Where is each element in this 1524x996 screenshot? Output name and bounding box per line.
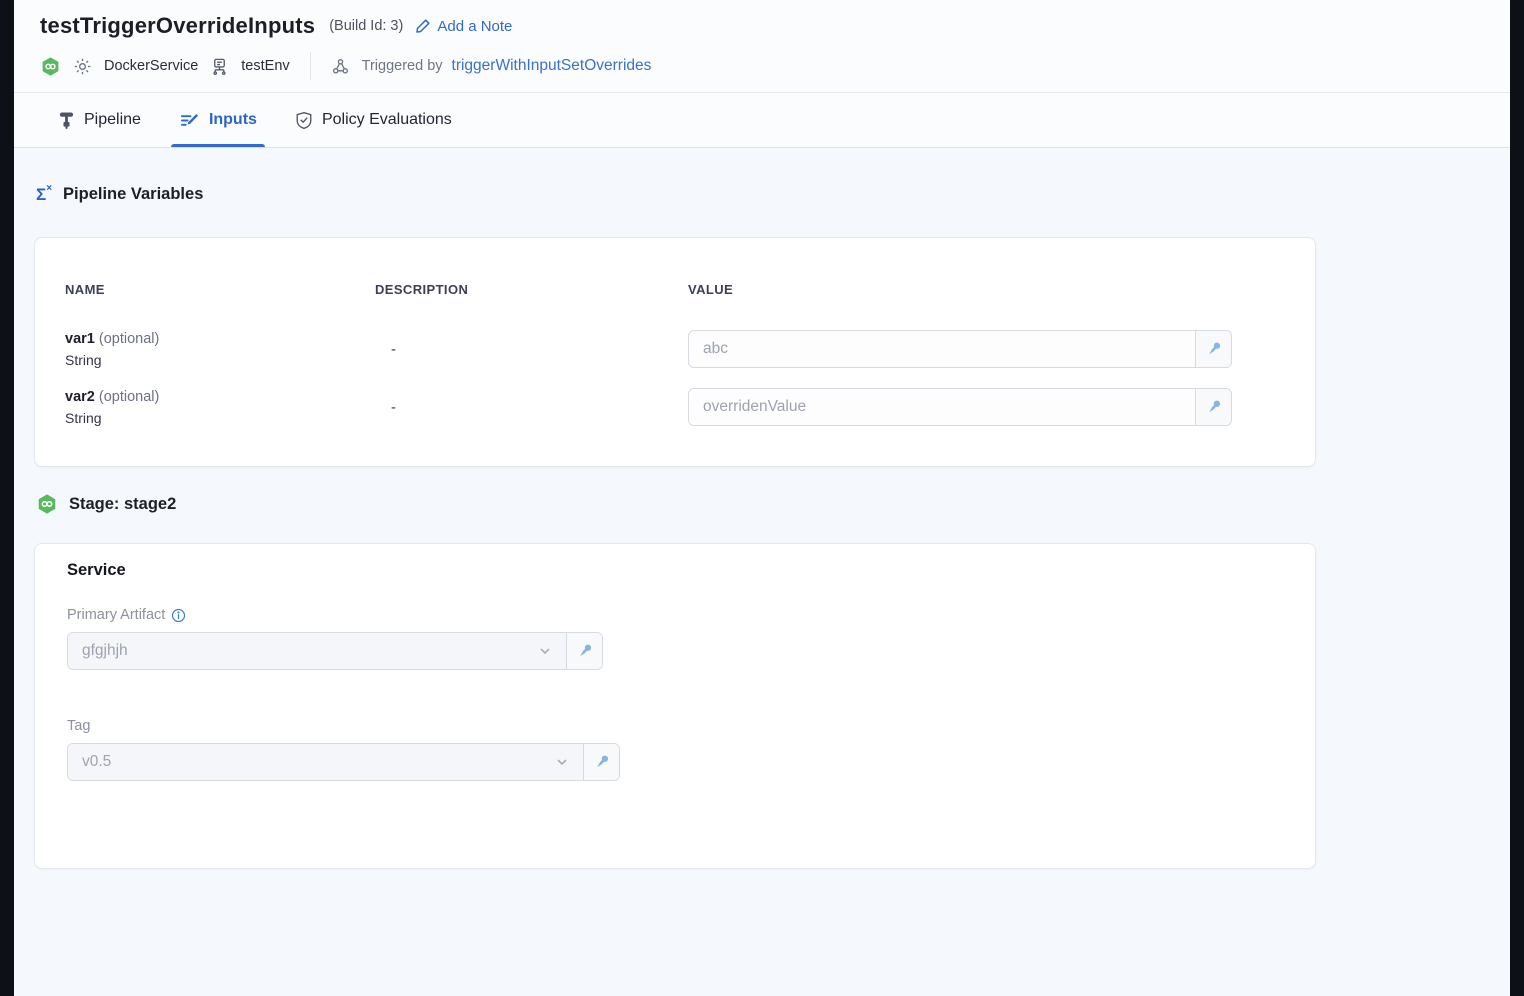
execution-tab-bar: Pipeline Inputs Policy Evaluations: [14, 93, 1510, 148]
shield-check-icon: [295, 111, 313, 130]
pin-input-button[interactable]: [583, 744, 619, 780]
variable-value-input[interactable]: overridenValue: [689, 389, 1195, 425]
pin-icon: [576, 642, 594, 660]
environment-name: testEnv: [241, 58, 289, 74]
build-id-label: (Build Id: 3): [329, 18, 403, 34]
chevron-down-icon: [538, 644, 552, 658]
inputs-tab-content: Σ× Pipeline Variables NAME DESCRIPTION V…: [14, 148, 1510, 996]
tab-inputs-label: Inputs: [209, 111, 257, 129]
primary-artifact-select: gfgjhjh: [67, 632, 603, 670]
variable-value-input[interactable]: abc: [689, 331, 1195, 367]
variable-row-var2: var2 (optional) String - overridenValue: [65, 388, 1285, 426]
variable-type: String: [65, 410, 375, 426]
service-heading: Service: [67, 561, 1285, 580]
tag-select: v0.5: [67, 743, 620, 781]
tag-value: v0.5: [82, 753, 111, 771]
tag-field-row: v0.5: [67, 743, 1285, 781]
variable-name-cell: var1 (optional) String: [65, 331, 375, 368]
tag-label-text: Tag: [67, 718, 90, 734]
cd-stage-icon: [40, 56, 61, 77]
primary-artifact-dropdown[interactable]: gfgjhjh: [68, 633, 566, 669]
variable-type: String: [65, 352, 375, 368]
variables-table-header: NAME DESCRIPTION VALUE: [65, 282, 1285, 297]
service-name: DockerService: [104, 58, 198, 74]
column-header-description: DESCRIPTION: [375, 282, 688, 297]
environment-icon: [210, 57, 229, 76]
pin-icon: [1205, 340, 1223, 358]
pin-icon: [593, 753, 611, 771]
variable-name-cell: var2 (optional) String: [65, 389, 375, 426]
tab-policy-evaluations-label: Policy Evaluations: [322, 111, 452, 129]
pipeline-variables-card: NAME DESCRIPTION VALUE var1 (optional) S…: [34, 237, 1316, 467]
variable-description: -: [375, 399, 688, 416]
stage-section-title: Stage: stage2: [36, 493, 1510, 515]
trigger-link[interactable]: triggerWithInputSetOverrides: [452, 57, 652, 75]
tag-dropdown[interactable]: v0.5: [68, 744, 583, 780]
primary-artifact-field-row: gfgjhjh: [67, 632, 1285, 670]
meta-row: DockerService testEnv Triggered by trigg…: [40, 52, 1490, 80]
variable-value-field: overridenValue: [688, 388, 1232, 426]
variable-qualifier: (optional): [99, 389, 159, 405]
chevron-down-icon: [555, 755, 569, 769]
tab-pipeline[interactable]: Pipeline: [56, 93, 143, 147]
execution-header: testTriggerOverrideInputs (Build Id: 3) …: [14, 0, 1510, 93]
pipeline-variables-title-label: Pipeline Variables: [63, 185, 203, 204]
variable-description: -: [375, 341, 688, 358]
variable-value-field: abc: [688, 330, 1232, 368]
pipeline-variables-section-title: Σ× Pipeline Variables: [36, 185, 1510, 204]
variables-sigma-icon: Σ×: [36, 186, 52, 203]
pin-icon: [1205, 398, 1223, 416]
primary-artifact-label: Primary Artifact: [67, 607, 1285, 623]
pin-input-button[interactable]: [1195, 389, 1231, 425]
info-icon[interactable]: [171, 608, 186, 623]
variable-row-var1: var1 (optional) String - abc: [65, 330, 1285, 368]
primary-artifact-label-text: Primary Artifact: [67, 607, 165, 623]
vertical-divider: [310, 52, 311, 80]
pencil-icon: [415, 18, 431, 34]
inputs-icon: [179, 111, 200, 130]
variable-name: var1: [65, 331, 95, 347]
service-card: Service Primary Artifact gfgjhjh: [34, 543, 1316, 869]
triggered-by-label: Triggered by: [362, 58, 443, 74]
column-header-name: NAME: [65, 282, 375, 297]
pin-input-button[interactable]: [566, 633, 602, 669]
add-note-label: Add a Note: [437, 18, 512, 35]
pin-input-button[interactable]: [1195, 331, 1231, 367]
tab-inputs[interactable]: Inputs: [177, 93, 259, 147]
tag-label: Tag: [67, 718, 1285, 734]
column-header-value: VALUE: [688, 282, 1285, 297]
stage-hexagon-icon: [36, 493, 58, 515]
stage-title-label: Stage: stage2: [69, 495, 176, 514]
variable-qualifier: (optional): [99, 331, 159, 347]
trigger-webhook-icon: [331, 57, 350, 76]
title-row: testTriggerOverrideInputs (Build Id: 3) …: [40, 13, 1490, 39]
variable-name: var2: [65, 389, 95, 405]
gear-icon: [73, 57, 92, 76]
tab-policy-evaluations[interactable]: Policy Evaluations: [293, 93, 454, 147]
app-frame: testTriggerOverrideInputs (Build Id: 3) …: [14, 0, 1510, 996]
primary-artifact-value: gfgjhjh: [82, 642, 128, 660]
add-note-button[interactable]: Add a Note: [415, 18, 512, 35]
page-title: testTriggerOverrideInputs: [40, 13, 315, 39]
pipeline-icon: [58, 111, 75, 130]
tab-pipeline-label: Pipeline: [84, 111, 141, 129]
